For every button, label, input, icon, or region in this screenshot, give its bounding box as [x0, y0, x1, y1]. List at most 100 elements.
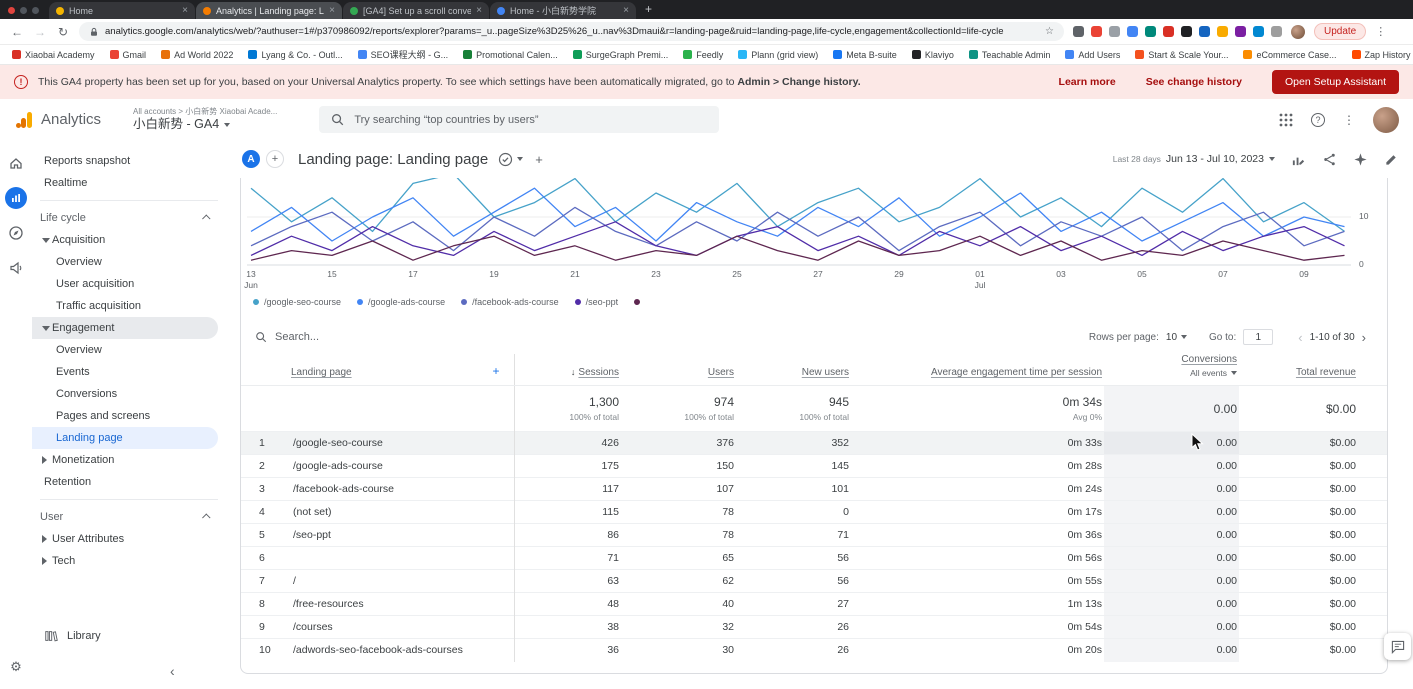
back-button[interactable]: ← [10, 26, 24, 38]
browser-tab-analytics-landing-page-land[interactable]: Analytics | Landing page: Land× [196, 2, 342, 19]
column-header-new-users[interactable]: New users [802, 367, 849, 378]
open-setup-assistant-button[interactable]: Open Setup Assistant [1272, 70, 1399, 94]
home-icon[interactable] [5, 152, 27, 174]
comparison-chip[interactable]: A [242, 150, 260, 168]
extension-icon[interactable] [1163, 26, 1174, 37]
sidebar-section-life-cycle[interactable]: Life cycle [32, 207, 228, 229]
sidebar-item-library[interactable]: Library [32, 629, 101, 643]
user-avatar[interactable] [1373, 107, 1399, 133]
share-icon[interactable] [1322, 152, 1337, 167]
bookmark-item-promotional-calen[interactable]: Promotional Calen... [463, 50, 558, 60]
property-picker[interactable]: All accounts > 小白新势 Xiaobai Acade... 小白新… [133, 107, 277, 133]
forward-button[interactable]: → [33, 26, 47, 38]
extension-icon[interactable] [1073, 26, 1084, 37]
bookmark-item-xiaobai-academy[interactable]: Xiaobai Academy [12, 50, 95, 60]
extension-icon[interactable] [1127, 26, 1138, 37]
column-header-total-revenue[interactable]: Total revenue [1296, 367, 1356, 378]
bookmark-item-plann-grid-view[interactable]: Plann (grid view) [738, 50, 818, 60]
banner-admin-link[interactable]: Admin > Change history. [737, 76, 860, 88]
column-header-landing-page[interactable]: Landing page [291, 367, 352, 378]
browser-tab-home[interactable]: Home× [49, 2, 195, 19]
apps-grid-icon[interactable] [1279, 113, 1293, 127]
sidebar-item-retention[interactable]: Retention [32, 471, 228, 493]
admin-gear-icon[interactable]: ⚙ [0, 659, 32, 675]
bookmark-item-gmail[interactable]: Gmail [110, 50, 147, 60]
tab-close-icon[interactable]: × [476, 6, 482, 16]
explore-icon[interactable] [5, 222, 27, 244]
sidebar-item-conversions[interactable]: Conversions [32, 383, 228, 405]
global-search[interactable]: Try searching “top countries by users” [319, 106, 719, 133]
window-zoom-button[interactable] [32, 7, 39, 14]
add-comparison-button[interactable]: + [266, 150, 284, 168]
bookmark-item-ad-world-2022[interactable]: Ad World 2022 [161, 50, 233, 60]
see-change-history-link[interactable]: See change history [1146, 76, 1242, 88]
extension-icon[interactable] [1145, 26, 1156, 37]
tab-close-icon[interactable]: × [182, 6, 188, 16]
bookmark-item-add-users[interactable]: Add Users [1065, 50, 1120, 60]
update-button[interactable]: Update [1314, 23, 1366, 40]
bookmark-item-start-scale-your[interactable]: Start & Scale Your... [1135, 50, 1228, 60]
browser-tab-ga4-set-up-a-scroll-conversi[interactable]: [GA4] Set up a scroll conversi× [343, 2, 489, 19]
sidebar-item-engagement[interactable]: Engagement [32, 317, 218, 339]
column-header-users[interactable]: Users [708, 367, 734, 378]
help-icon[interactable]: ? [1311, 113, 1325, 127]
extension-icon[interactable] [1181, 26, 1192, 37]
bookmark-item-ecommerce-case[interactable]: eCommerce Case... [1243, 50, 1336, 60]
reload-button[interactable]: ↻ [56, 26, 70, 38]
bookmark-item-teachable-admin[interactable]: Teachable Admin [969, 50, 1051, 60]
tab-close-icon[interactable]: × [329, 6, 335, 16]
bookmark-item-meta-b-suite[interactable]: Meta B-suite [833, 50, 897, 60]
saved-check-icon[interactable] [498, 152, 513, 167]
rows-per-page-select[interactable]: 10 [1166, 332, 1187, 343]
bookmark-star-icon[interactable]: ☆ [1045, 26, 1054, 37]
extension-icon[interactable] [1109, 26, 1120, 37]
feedback-button[interactable] [1384, 633, 1411, 660]
sidebar-item-events[interactable]: Events [32, 361, 228, 383]
column-header-sessions[interactable]: Sessions [578, 367, 619, 378]
customize-report-icon[interactable] [1291, 152, 1306, 167]
extension-icon[interactable] [1235, 26, 1246, 37]
table-search[interactable]: Search... [255, 331, 319, 343]
bookmark-item-feedly[interactable]: Feedly [683, 50, 723, 60]
advertising-icon[interactable] [5, 257, 27, 279]
bookmark-item-zap-history[interactable]: Zap History [1352, 50, 1411, 60]
learn-more-link[interactable]: Learn more [1059, 76, 1116, 88]
date-range-picker[interactable]: Last 28 days Jun 13 - Jul 10, 2023 [1113, 153, 1275, 165]
collapse-sidebar-icon[interactable]: ‹ [170, 663, 175, 679]
goto-page-input[interactable] [1243, 329, 1273, 345]
sidebar-item-monetization[interactable]: Monetization [32, 449, 228, 471]
conversions-event-filter[interactable]: All events [1104, 368, 1237, 378]
window-minimize-button[interactable] [20, 7, 27, 14]
extension-icon[interactable] [1199, 26, 1210, 37]
sidebar-item-user-attributes[interactable]: User Attributes [32, 528, 228, 550]
sidebar-item-landing-page[interactable]: Landing page [32, 427, 218, 449]
browser-profile-avatar[interactable] [1291, 25, 1305, 39]
sidebar-item-tech[interactable]: Tech [32, 550, 228, 572]
sidebar-item-overview[interactable]: Overview [32, 251, 228, 273]
new-tab-button[interactable]: + [637, 2, 660, 19]
sidebar-item-pages-and-screens[interactable]: Pages and screens [32, 405, 228, 427]
prev-page-icon[interactable]: ‹ [1291, 331, 1309, 344]
sidebar-item-user-acquisition[interactable]: User acquisition [32, 273, 228, 295]
tab-close-icon[interactable]: × [623, 6, 629, 16]
add-report-button[interactable]: + [535, 152, 543, 167]
next-page-icon[interactable]: › [1355, 331, 1373, 344]
column-header-avg-engagement[interactable]: Average engagement time per session [931, 367, 1102, 378]
bookmark-item-surgegraph-premi[interactable]: SurgeGraph Premi... [573, 50, 669, 60]
window-close-button[interactable] [8, 7, 15, 14]
extension-icon[interactable] [1091, 26, 1102, 37]
column-header-conversions[interactable]: Conversions [1181, 354, 1237, 365]
chevron-down-icon[interactable] [517, 157, 523, 161]
sidebar-item-acquisition[interactable]: Acquisition [32, 229, 228, 251]
edit-report-icon[interactable] [1384, 152, 1399, 167]
add-dimension-button[interactable]: + [492, 364, 499, 378]
sidebar-item-overview[interactable]: Overview [32, 339, 228, 361]
sidebar-item-reports-snapshot[interactable]: Reports snapshot [32, 150, 228, 172]
address-bar[interactable]: analytics.google.com/analytics/web/?auth… [79, 22, 1064, 41]
bookmark-item-klaviyo[interactable]: Klaviyo [912, 50, 954, 60]
browser-menu-icon[interactable]: ⋮ [1375, 25, 1386, 38]
bookmark-item-seo-g[interactable]: SEO课程大纲 - G... [358, 48, 449, 61]
extension-icon[interactable] [1271, 26, 1282, 37]
bookmark-item-lyang-co-outl[interactable]: Lyang & Co. - Outl... [248, 50, 342, 60]
more-options-icon[interactable]: ⋮ [1343, 113, 1355, 127]
